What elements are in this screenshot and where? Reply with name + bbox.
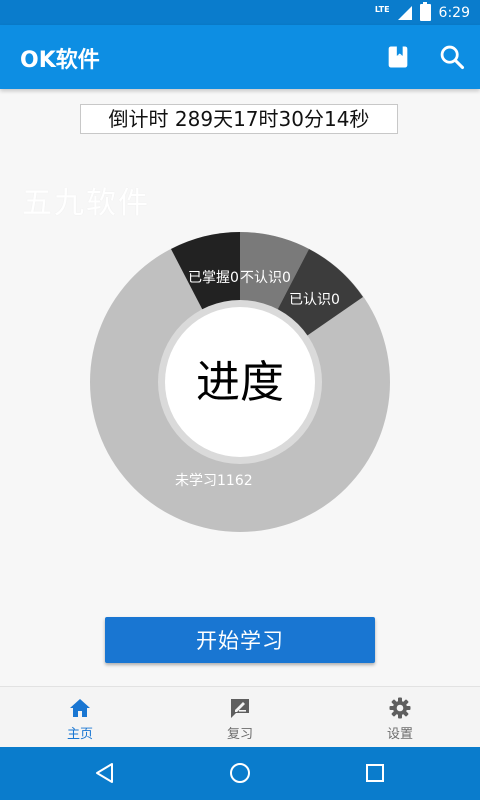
- nav-label-review: 复习: [226, 727, 253, 742]
- back-icon[interactable]: [94, 762, 116, 784]
- system-nav-bar: [0, 747, 480, 800]
- app-bar: OK软件: [0, 25, 480, 89]
- home-icon: [70, 699, 90, 717]
- start-learning-button[interactable]: 开始学习: [105, 617, 375, 663]
- nav-item-settings[interactable]: 设置: [320, 687, 480, 748]
- slice-label-unknown: 不认识0: [240, 270, 291, 286]
- nav-label-home: 主页: [66, 727, 93, 742]
- signal-icon: [397, 5, 412, 20]
- book-icon[interactable]: [384, 43, 412, 71]
- search-icon[interactable]: [438, 43, 466, 71]
- review-icon: [231, 699, 249, 718]
- nav-label-settings: 设置: [386, 727, 413, 742]
- battery-icon: [419, 2, 431, 21]
- nav-item-review[interactable]: 复习: [160, 687, 320, 748]
- progress-donut-chart[interactable]: 进度 已掌握0 不认识0 已认识0 未学习1162: [80, 222, 400, 542]
- bottom-nav: 主页 复习 设置: [0, 686, 480, 748]
- nav-item-home[interactable]: 主页: [0, 687, 160, 748]
- status-bar: LTE 6:29: [0, 0, 480, 25]
- network-type: LTE: [374, 5, 390, 14]
- slice-label-known: 已认识0: [289, 292, 340, 308]
- gear-icon: [389, 697, 411, 719]
- home-circle-icon[interactable]: [229, 762, 251, 784]
- status-time: 6:29: [438, 4, 470, 21]
- app-title: OK软件: [20, 48, 100, 73]
- slice-label-unlearned: 未学习1162: [175, 473, 253, 489]
- slice-label-mastered: 已掌握0: [188, 270, 239, 286]
- recents-icon[interactable]: [364, 762, 386, 784]
- countdown-display: 倒计时 289天17时30分14秒: [80, 104, 398, 134]
- watermark: 五九软件: [22, 186, 150, 221]
- donut-center-label: 进度: [196, 357, 284, 408]
